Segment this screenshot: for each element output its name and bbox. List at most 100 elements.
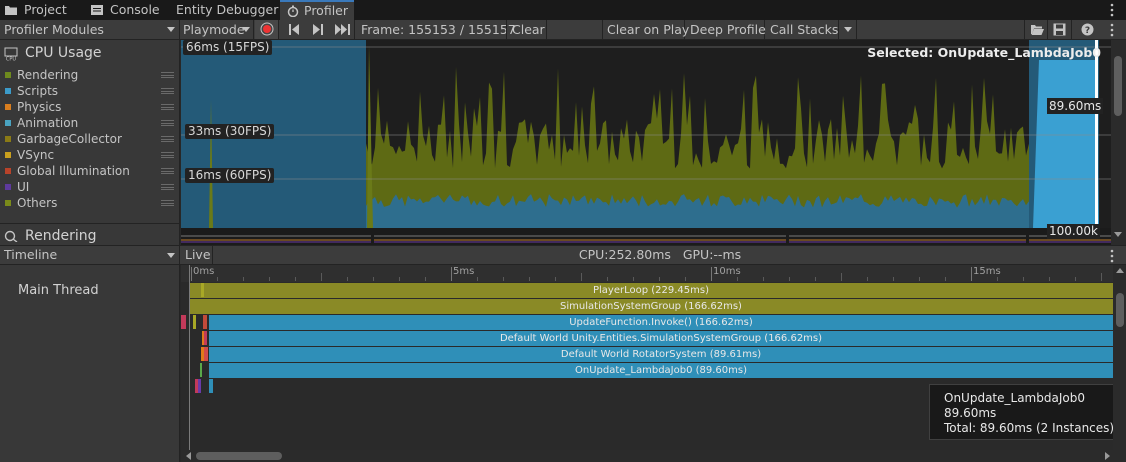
legend-color-swatch [5, 136, 11, 142]
legend-item[interactable]: Animation [0, 115, 180, 131]
ruler-tick-label: 15ms [973, 266, 1001, 277]
legend-item[interactable]: GarbageCollector [0, 131, 180, 147]
small-sample[interactable] [201, 283, 204, 297]
ruler-minor-tick [217, 277, 218, 281]
timeline-menu-icon[interactable] [1109, 249, 1115, 263]
profiler-modules-dropdown[interactable]: Profiler Modules [0, 20, 180, 39]
sample-bar[interactable]: Default World RotatorSystem (89.61ms) [209, 347, 1113, 362]
timeline-vscroll-thumb[interactable] [1116, 293, 1124, 327]
cpu-usage-chart[interactable]: 66ms (15FPS) 33ms (30FPS) 16ms (60FPS) S… [181, 40, 1111, 245]
drag-handle-icon[interactable] [161, 200, 174, 206]
selected-series [1033, 60, 1099, 228]
drag-handle-icon[interactable] [161, 88, 174, 94]
small-samples [181, 283, 213, 393]
timeline-vertical-scrollbar[interactable] [1113, 265, 1126, 450]
playmode-dropdown[interactable]: Playmode [180, 20, 254, 39]
tooltip-total: Total: 89.60ms (2 Instances) [944, 421, 1115, 435]
ruler-minor-tick [607, 277, 608, 281]
scroll-down-icon[interactable] [1114, 232, 1122, 237]
next-frame-button[interactable] [307, 20, 329, 39]
ruler-tick [711, 267, 712, 281]
scroll-up-icon[interactable] [1116, 268, 1124, 273]
tab-project[interactable]: Project [4, 0, 67, 20]
thread-main[interactable]: Main Thread [18, 283, 99, 298]
drag-handle-icon[interactable] [161, 72, 174, 78]
ruler-minor-tick [1049, 277, 1050, 281]
window-menu-icon[interactable] [1109, 3, 1115, 17]
drag-handle-icon[interactable] [161, 120, 174, 126]
frame-cursor [1095, 40, 1098, 228]
cpu-icon: CPU [4, 47, 18, 61]
drag-handle-icon[interactable] [161, 152, 174, 158]
legend-item[interactable]: Physics [0, 99, 180, 115]
live-toggle[interactable]: Live [181, 246, 213, 264]
small-sample[interactable] [204, 347, 208, 361]
small-sample[interactable] [203, 315, 207, 329]
legend-item[interactable]: Rendering [0, 67, 180, 83]
ruler-minor-tick [945, 277, 946, 281]
drag-handle-icon[interactable] [161, 136, 174, 142]
scroll-left-icon[interactable] [186, 452, 191, 460]
sample-bar[interactable]: PlayerLoop (229.45ms) [189, 283, 1113, 298]
legend-item[interactable]: Global Illumination [0, 163, 180, 179]
small-sample[interactable] [202, 331, 204, 345]
current-frame-button[interactable] [331, 20, 355, 39]
rendering-module-header[interactable]: Rendering [4, 227, 180, 245]
sample-bar[interactable]: Default World Unity.Entities.SimulationS… [209, 331, 1113, 346]
selected-sample-label: Selected: OnUpdate_LambdaJob0 [867, 45, 1101, 60]
small-sample[interactable] [201, 347, 204, 361]
legend-label: Scripts [17, 84, 59, 98]
small-sample[interactable] [193, 315, 196, 329]
tab-profiler[interactable]: Profiler [280, 0, 354, 20]
rendering-icon [4, 230, 18, 242]
small-sample[interactable] [198, 379, 201, 393]
legend-item[interactable]: VSync [0, 147, 180, 163]
time-ruler: 0ms 5ms 10ms 15ms [181, 265, 1113, 282]
ruler-minor-tick [295, 277, 296, 281]
legend-item[interactable]: Others [0, 195, 180, 211]
ruler-minor-tick [321, 273, 322, 281]
rendering-title: Rendering [25, 228, 97, 244]
ruler-tick [191, 267, 192, 281]
ruler-minor-tick [763, 277, 764, 281]
record-button[interactable] [255, 20, 279, 39]
chart-scrollbar-thumb[interactable] [1114, 56, 1122, 116]
toolbar-menu-icon[interactable] [1109, 23, 1115, 37]
sample-bar[interactable]: SimulationSystemGroup (166.62ms) [189, 299, 1113, 314]
ruler-minor-tick [477, 277, 478, 281]
tab-console[interactable]: Console [90, 0, 160, 20]
ruler-minor-tick [1101, 273, 1102, 281]
ruler-minor-tick [581, 273, 582, 281]
sample-bar[interactable]: UpdateFunction.Invoke() (166.62ms) [209, 315, 1113, 330]
small-sample[interactable] [209, 379, 213, 393]
small-sample[interactable] [200, 363, 202, 377]
ruler-minor-tick [815, 277, 816, 281]
legend-item[interactable]: UI [0, 179, 180, 195]
sample-bar[interactable]: OnUpdate_LambdaJob0 (89.60ms) [209, 363, 1113, 378]
call-stacks-toggle[interactable]: Call Stacks [765, 20, 839, 39]
load-button[interactable] [1024, 20, 1048, 39]
drag-handle-icon[interactable] [161, 168, 174, 174]
previous-frame-button[interactable] [283, 20, 305, 39]
small-sample[interactable] [204, 331, 207, 345]
drag-handle-icon[interactable] [161, 104, 174, 110]
call-stacks-dropdown[interactable] [839, 20, 857, 39]
chart-scrollbar[interactable] [1111, 40, 1126, 245]
deep-profile-toggle[interactable]: Deep Profile [685, 20, 766, 39]
timeline-hscroll-thumb[interactable] [196, 452, 282, 460]
view-mode-dropdown[interactable]: Timeline [0, 246, 180, 264]
save-button[interactable] [1048, 20, 1072, 39]
help-button[interactable]: ? [1075, 20, 1099, 39]
tab-entity-debugger[interactable]: Entity Debugger [176, 0, 278, 20]
timeline-horizontal-scrollbar[interactable] [181, 450, 1126, 462]
small-sample[interactable] [184, 315, 186, 329]
small-sample[interactable] [181, 315, 184, 329]
folder-open-icon [1031, 25, 1044, 35]
small-sample[interactable] [195, 379, 198, 393]
clear-button[interactable]: Clear [506, 20, 547, 39]
cpu-usage-module-header[interactable]: CPU CPU Usage [4, 44, 180, 62]
scroll-right-icon[interactable] [1105, 452, 1110, 460]
legend-item[interactable]: Scripts [0, 83, 180, 99]
drag-handle-icon[interactable] [161, 184, 174, 190]
clear-on-play-toggle[interactable]: Clear on Play [602, 20, 689, 39]
